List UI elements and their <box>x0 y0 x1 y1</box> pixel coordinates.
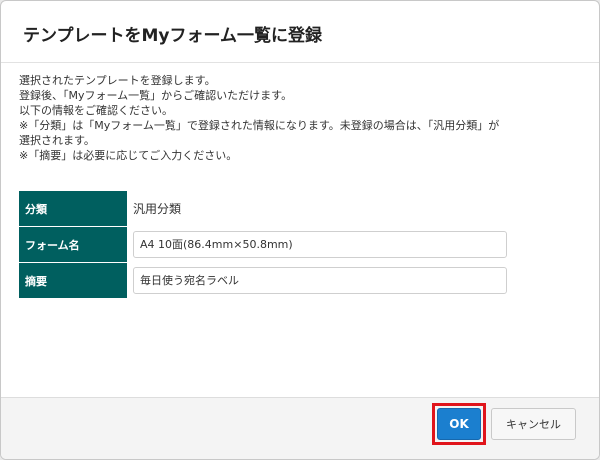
description-line: 選択されたテンプレートを登録します。 <box>19 74 216 87</box>
dialog-footer: OK キャンセル <box>1 397 599 459</box>
description-line: ※「摘要」は必要に応じてご入力ください。 <box>19 149 238 162</box>
category-label: 分類 <box>19 191 127 227</box>
description-line: 登録後、「Myフォーム一覧」からご確認いただけます。 <box>19 89 293 102</box>
form-name-label: フォーム名 <box>19 226 127 263</box>
form-row-summary: 摘要 毎日使う宛名ラベル <box>19 262 509 299</box>
dialog-body: 選択されたテンプレートを登録します。 登録後、「Myフォーム一覧」からご確認いた… <box>19 73 581 299</box>
dialog-header: テンプレートをMyフォーム一覧に登録 <box>1 1 599 63</box>
description-line: 以下の情報をご確認ください。 <box>19 104 173 117</box>
description-line: ※「分類」は「Myフォーム一覧」で登録された情報になります。未登録の場合は、「汎… <box>19 119 500 132</box>
summary-input[interactable]: 毎日使う宛名ラベル <box>133 267 507 294</box>
registration-form: 分類 汎用分類 フォーム名 A4 10面(86.4mm×50.8mm) 摘要 毎… <box>19 191 509 299</box>
description: 選択されたテンプレートを登録します。 登録後、「Myフォーム一覧」からご確認いた… <box>19 73 581 163</box>
summary-label: 摘要 <box>19 262 127 299</box>
description-line: 選択されます。 <box>19 134 95 147</box>
form-row-category: 分類 汎用分類 <box>19 191 509 227</box>
category-value: 汎用分類 <box>127 191 509 227</box>
dialog-title: テンプレートをMyフォーム一覧に登録 <box>23 26 322 46</box>
ok-button[interactable]: OK <box>437 408 481 440</box>
form-name-input[interactable]: A4 10面(86.4mm×50.8mm) <box>133 231 507 258</box>
register-template-dialog: テンプレートをMyフォーム一覧に登録 選択されたテンプレートを登録します。 登録… <box>0 0 600 460</box>
cancel-button[interactable]: キャンセル <box>491 408 576 440</box>
form-row-form-name: フォーム名 A4 10面(86.4mm×50.8mm) <box>19 226 509 263</box>
